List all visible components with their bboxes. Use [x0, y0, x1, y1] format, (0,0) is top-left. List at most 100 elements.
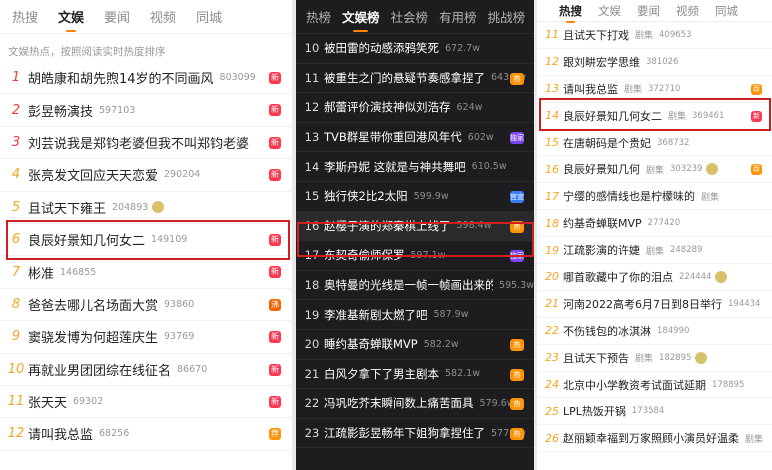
tab-video[interactable]: 视频 — [150, 7, 176, 26]
list-item[interactable]: 5 且试天下雍王 204893 — [0, 192, 292, 224]
tab-video[interactable]: 视频 — [676, 3, 699, 19]
topic-title[interactable]: 良辰好景知几何 — [563, 161, 640, 177]
tab-hot-list[interactable]: 热榜 — [306, 7, 331, 26]
list-item[interactable]: 17 东契奇偷师保罗 597.1w 独家 — [296, 241, 534, 271]
tab-hot-search[interactable]: 热搜 — [559, 3, 582, 23]
topic-title[interactable]: 彬准 — [28, 263, 54, 282]
topic-title[interactable]: 江疏影演的许婕 — [563, 242, 640, 258]
topic-title[interactable]: 在唐朝码是个贵妃 — [563, 135, 651, 151]
list-item[interactable]: 13 TVB群星带你重回港风年代 602w 独家 — [296, 123, 534, 153]
list-item[interactable]: 16 赵樱子演的郑秦棋上线了 598.4w 热 — [296, 211, 534, 242]
topic-title[interactable]: 奥特曼的光线是一帧一帧画出来的 — [324, 277, 493, 293]
list-item[interactable]: 4 张亮发文回应天天恋爱 290204 新 — [0, 159, 292, 192]
topic-title[interactable]: 不伤钱包的冰淇淋 — [563, 323, 651, 339]
topic-title[interactable]: LPL热饭开锅 — [563, 403, 626, 419]
list-item[interactable]: 11 被重生之门的悬疑节奏感拿捏了 643.6w 热 — [296, 64, 534, 94]
topic-title[interactable]: 良辰好景知几何女二 — [563, 108, 662, 124]
list-item[interactable]: 12 郝蕾评价演技神似刘浩存 624w — [296, 93, 534, 123]
topic-title[interactable]: 河南2022高考6月7日到8日举行 — [563, 296, 722, 312]
list-item[interactable]: 13 请叫我总监 剧集 372710 荐 — [537, 76, 772, 103]
list-item[interactable]: 21 白风夕拿下了男主剧本 582.1w 热 — [296, 360, 534, 390]
list-item[interactable]: 3 刘芸说我是郑钧老婆但我不叫郑钧老婆 新 — [0, 127, 292, 160]
topic-title[interactable]: 北京中小学教资考试面试延期 — [563, 377, 706, 393]
tab-hot-search[interactable]: 热搜 — [12, 7, 38, 26]
tab-society-list[interactable]: 社会榜 — [391, 7, 429, 26]
topic-title[interactable]: 冯巩吃芥末瞬间数上痛苦面具 — [324, 395, 474, 411]
list-item[interactable]: 19 李准基新剧太燃了吧 587.9w — [296, 300, 534, 330]
topic-title[interactable]: 被重生之门的悬疑节奏感拿捏了 — [324, 70, 485, 86]
topic-title[interactable]: 跟刘畊宏学思维 — [563, 54, 640, 70]
list-item[interactable]: 8 爸爸去哪儿名场面大赏 93860 沸 — [0, 289, 292, 322]
list-item[interactable]: 22 冯巩吃芥末瞬间数上痛苦面具 579.6w 热 — [296, 389, 534, 419]
topic-title[interactable]: 请叫我总监 — [28, 424, 93, 443]
list-item[interactable]: 10 被田雷的动感添鸦笑死 672.7w — [296, 34, 534, 64]
list-item[interactable]: 7 彬准 146855 新 — [0, 256, 292, 289]
list-item[interactable]: 20 哪首歌藏中了你的泪点 224444 — [537, 264, 772, 291]
list-item[interactable]: 15 在唐朝码是个贵妃 368732 — [537, 130, 772, 157]
topic-title[interactable]: 宁缨的感情线也是柠檬味的 — [563, 188, 695, 204]
list-item[interactable]: 15 独行侠2比2太阳 599.9w 官宣 — [296, 182, 534, 212]
topic-title[interactable]: 被田雷的动感添鸦笑死 — [324, 40, 439, 56]
list-item[interactable]: 25 LPL热饭开锅 173584 — [537, 398, 772, 426]
topic-title[interactable]: 胡皓康和胡先煦14岁的不同画风 — [28, 68, 214, 87]
list-item[interactable]: 26 赵丽颖幸福到万家照顾小演员好温柔 剧集 — [537, 425, 772, 453]
topic-title[interactable]: 赵樱子演的郑秦棋上线了 — [324, 218, 451, 234]
topic-title[interactable]: 且试天下雍王 — [28, 198, 106, 217]
list-item[interactable]: 14 李斯丹妮 这就是与神共舞吧 610.5w — [296, 152, 534, 182]
topic-title[interactable]: 张天天 — [28, 392, 67, 411]
list-item[interactable]: 16 良辰好景知几何 剧集 303239 荐 — [537, 156, 772, 184]
topic-title[interactable]: 再就业男团团综在线征名 — [28, 360, 171, 379]
topic-title[interactable]: 请叫我总监 — [563, 81, 618, 97]
list-item[interactable]: 17 宁缨的感情线也是柠檬味的 剧集 — [537, 183, 772, 211]
topic-title[interactable]: 睡约基奇蝉联MVP — [324, 336, 418, 352]
topic-title[interactable]: 彭昱畅演技 — [28, 101, 93, 120]
topic-title[interactable]: 郝蕾评价演技神似刘浩存 — [324, 99, 451, 115]
topic-title[interactable]: 约基奇蝉联MVP — [563, 215, 642, 231]
status-badge: 热 — [510, 398, 524, 411]
list-item[interactable]: 23 江疏影彭昱畅年下姐狗拿捏住了 577.6w 热 — [296, 419, 534, 449]
list-item[interactable]: 18 约基奇蝉联MVP 277420 — [537, 210, 772, 238]
list-item[interactable]: 24 北京中小学教资考试面试延期 178895 — [537, 372, 772, 399]
topic-title[interactable]: 独行侠2比2太阳 — [324, 188, 408, 204]
list-item[interactable]: 10 再就业男团团综在线征名 86670 新 — [0, 354, 292, 386]
list-item[interactable]: 6 良辰好景知几何女二 149109 新 — [0, 224, 292, 257]
topic-title[interactable]: 张亮发文回应天天恋爱 — [28, 165, 158, 184]
topic-title[interactable]: 江疏影彭昱畅年下姐狗拿捏住了 — [324, 425, 485, 441]
tab-news[interactable]: 要闻 — [637, 3, 660, 19]
topic-title[interactable]: 哪首歌藏中了你的泪点 — [563, 269, 673, 285]
list-item[interactable]: 11 且试天下打戏 剧集 409653 — [537, 22, 772, 49]
list-item[interactable]: 12 请叫我总监 68256 荐 — [0, 418, 292, 451]
list-item[interactable]: 9 窦骁发博为何超莲庆生 93769 新 — [0, 321, 292, 354]
tab-local[interactable]: 同城 — [196, 7, 222, 26]
topic-title[interactable]: 东契奇偷师保罗 — [324, 247, 405, 263]
tab-entertainment-list[interactable]: 文娱榜 — [342, 7, 380, 32]
topic-title[interactable]: 白风夕拿下了男主剧本 — [324, 366, 439, 382]
tab-entertainment[interactable]: 文娱 — [58, 7, 84, 32]
list-item[interactable]: 14 良辰好景知几何女二 剧集 369461 新 — [537, 103, 772, 130]
topic-title[interactable]: TVB群星带你重回港风年代 — [324, 129, 462, 145]
tab-challenge-list[interactable]: 挑战榜 — [488, 7, 526, 26]
topic-title[interactable]: 刘芸说我是郑钧老婆但我不叫郑钧老婆 — [28, 133, 249, 152]
tab-useful-list[interactable]: 有用榜 — [439, 7, 477, 26]
tab-news[interactable]: 要闻 — [104, 7, 130, 26]
topic-title[interactable]: 李准基新剧太燃了吧 — [324, 307, 428, 323]
list-item[interactable]: 23 且试天下预告 剧集 182895 — [537, 345, 772, 372]
list-item[interactable]: 22 不伤钱包的冰淇淋 184990 — [537, 318, 772, 345]
list-item[interactable]: 11 张天天 69302 新 — [0, 386, 292, 419]
topic-title[interactable]: 良辰好景知几何女二 — [28, 230, 145, 249]
list-item[interactable]: 18 奥特曼的光线是一帧一帧画出来的 595.3w — [296, 271, 534, 301]
topic-title[interactable]: 爸爸去哪儿名场面大赏 — [28, 295, 158, 314]
list-item[interactable]: 21 河南2022高考6月7日到8日举行 194434 — [537, 291, 772, 318]
topic-title[interactable]: 窦骁发博为何超莲庆生 — [28, 327, 158, 346]
list-item[interactable]: 12 跟刘畊宏学思维 381026 — [537, 49, 772, 76]
topic-title[interactable]: 赵丽颖幸福到万家照顾小演员好温柔 — [563, 430, 739, 446]
list-item[interactable]: 19 江疏影演的许婕 剧集 248289 — [537, 237, 772, 265]
list-item[interactable]: 20 睡约基奇蝉联MVP 582.2w 热 — [296, 330, 534, 360]
tab-entertainment[interactable]: 文娱 — [598, 3, 621, 19]
tab-local[interactable]: 同城 — [715, 3, 738, 19]
topic-title[interactable]: 且试天下打戏 — [563, 27, 629, 43]
topic-title[interactable]: 李斯丹妮 这就是与神共舞吧 — [324, 159, 466, 175]
list-item[interactable]: 1 胡皓康和胡先煦14岁的不同画风 803099 新 — [0, 62, 292, 95]
list-item[interactable]: 2 彭昱畅演技 597103 新 — [0, 94, 292, 127]
topic-title[interactable]: 且试天下预告 — [563, 350, 629, 366]
